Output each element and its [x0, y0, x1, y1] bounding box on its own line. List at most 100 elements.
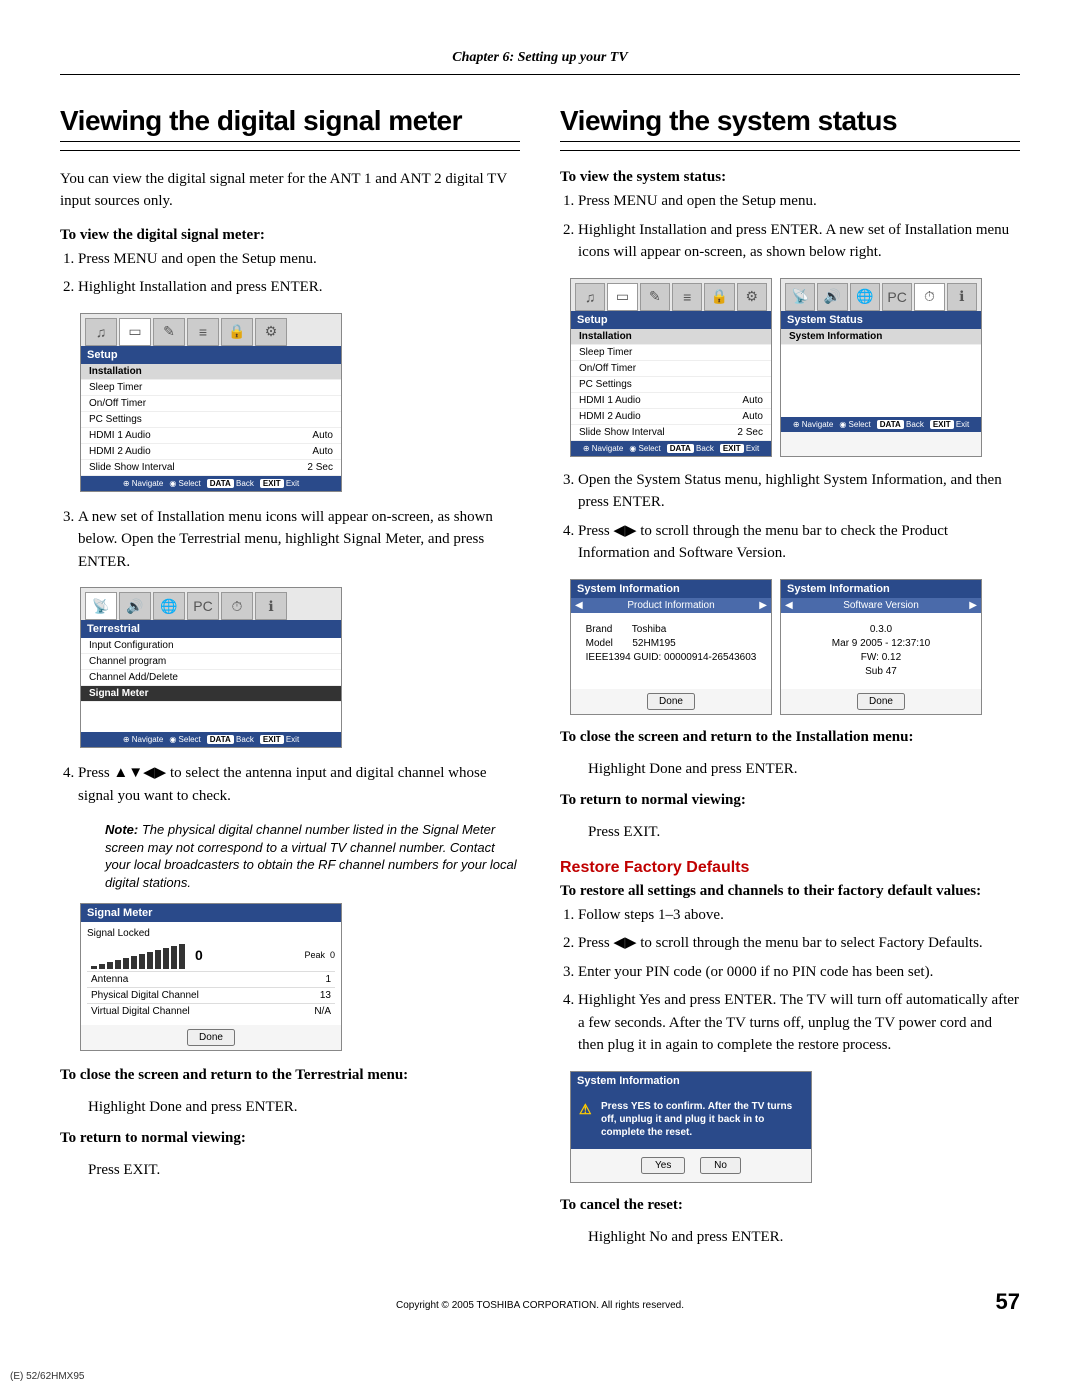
signal-value: 0 [195, 947, 203, 963]
tab-icon: ♫ [85, 318, 117, 346]
peak-label: Peak [304, 950, 325, 960]
done-button[interactable]: Done [857, 693, 905, 710]
sysinfo-figure: System Information ◀Product Information▶… [570, 579, 1020, 715]
menu-title: Setup [571, 311, 771, 329]
tab-icon: ⏱ [221, 592, 253, 620]
menu-row: Signal Meter [81, 686, 341, 702]
right-title: Viewing the system status [560, 105, 1020, 142]
note-label: Note: [105, 822, 138, 837]
sm-row: Virtual Digital ChannelN/A [87, 1003, 335, 1019]
tab-icon: PC [187, 592, 219, 620]
to-view-status-head: To view the system status: [560, 169, 1020, 186]
menu-row: System Information [781, 329, 981, 345]
arrow-icons: ▲▼◀▶ [113, 764, 166, 781]
left-step-1: Press MENU and open the Setup menu. [78, 248, 520, 271]
page-number: 57 [996, 1289, 1020, 1315]
tab-icon: 🔒 [704, 283, 734, 311]
signal-bars-icon [91, 943, 185, 969]
close-screen-head: To close the screen and return to the Te… [60, 1067, 520, 1084]
sysinfo-sub: ◀Product Information▶ [571, 598, 771, 613]
no-button[interactable]: No [700, 1157, 741, 1174]
return-viewing-head-r: To return to normal viewing: [560, 792, 1020, 809]
signal-locked: Signal Locked [87, 928, 335, 939]
tab-icon: ℹ [947, 283, 977, 311]
tab-icon: ⏱ [914, 283, 944, 311]
right-step-3: Open the System Status menu, highlight S… [578, 469, 1020, 514]
menu-title: Setup [81, 346, 341, 364]
close-install-head: To close the screen and return to the In… [560, 729, 1020, 746]
menu-footer: ⊕ Navigate ◉ Select DATA Back EXIT Exit [81, 476, 341, 491]
tab-icon: ▭ [607, 283, 637, 311]
tab-icon: ≡ [187, 318, 219, 346]
menu-row: On/Off Timer [571, 361, 771, 377]
warning-icon: ⚠ [579, 1100, 592, 1118]
return-viewing-body: Press EXIT. [88, 1162, 520, 1179]
left-intro: You can view the digital signal meter fo… [60, 169, 520, 213]
menu-row: Channel Add/Delete [81, 670, 341, 686]
menu-row: Slide Show Interval2 Sec [81, 460, 341, 476]
return-viewing-head: To return to normal viewing: [60, 1130, 520, 1147]
left-steps-2: A new set of Installation menu icons wil… [78, 506, 520, 574]
right-column: Viewing the system status To view the sy… [560, 105, 1020, 1260]
chapter-header: Chapter 6: Setting up your TV [60, 50, 1020, 66]
restore-step-3: Enter your PIN code (or 0000 if no PIN c… [578, 961, 1020, 984]
left-steps-1: Press MENU and open the Setup menu. High… [78, 248, 520, 299]
restore-defaults-head: Restore Factory Defaults [560, 859, 1020, 877]
menu-row: Installation [571, 329, 771, 345]
setup-menu-figure: ♫ ▭ ✎ ≡ 🔒 ⚙ Setup Installation Sleep Tim… [80, 313, 520, 492]
menu-row: On/Off Timer [81, 396, 341, 412]
menu-row: HDMI 1 AudioAuto [571, 393, 771, 409]
sm-row: Physical Digital Channel13 [87, 987, 335, 1003]
tab-icon: 🔊 [119, 592, 151, 620]
confirm-msg: Press YES to confirm. After the TV turns… [601, 1101, 792, 1138]
cancel-reset-body: Highlight No and press ENTER. [588, 1229, 1020, 1246]
tab-icon: ✎ [640, 283, 670, 311]
arrow-icons: ◀▶ [613, 522, 636, 539]
restore-step-1: Follow steps 1–3 above. [578, 904, 1020, 927]
done-button[interactable]: Done [187, 1029, 235, 1046]
tab-icon: ⚙ [255, 318, 287, 346]
menu-row: Installation [81, 364, 341, 380]
sysinfo-head: System Information [781, 580, 981, 598]
note-block: Note: The physical digital channel numbe… [105, 821, 520, 891]
right-step-2: Highlight Installation and press ENTER. … [578, 219, 1020, 264]
title-rule [560, 150, 1020, 151]
return-viewing-body-r: Press EXIT. [588, 824, 1020, 841]
menu-row: HDMI 2 AudioAuto [571, 409, 771, 425]
crop-mark: (E) 52/62HMX95 [0, 1371, 1080, 1382]
left-column: Viewing the digital signal meter You can… [60, 105, 520, 1260]
right-step-4: Press ◀▶ to scroll through the menu bar … [578, 520, 1020, 565]
tab-icon: ⚙ [737, 283, 767, 311]
menu-row: Sleep Timer [81, 380, 341, 396]
menu-row: Input Configuration [81, 638, 341, 654]
left-title: Viewing the digital signal meter [60, 105, 520, 142]
sm-title: Signal Meter [81, 904, 341, 922]
menu-row: PC Settings [571, 377, 771, 393]
tab-icon: 📡 [785, 283, 815, 311]
menu-row: HDMI 1 AudioAuto [81, 428, 341, 444]
terrestrial-menu-figure: 📡 🔊 🌐 PC ⏱ ℹ Terrestrial Input Configura… [80, 587, 520, 748]
close-install-body: Highlight Done and press ENTER. [588, 761, 1020, 778]
tab-icon: 🌐 [153, 592, 185, 620]
yes-button[interactable]: Yes [641, 1157, 685, 1174]
done-button[interactable]: Done [647, 693, 695, 710]
menu-title: Terrestrial [81, 620, 341, 638]
restore-step-2: Press ◀▶ to scroll through the menu bar … [578, 932, 1020, 955]
tab-icon: 🔊 [817, 283, 847, 311]
menu-footer: ⊕ Navigate ◉ Select DATA Back EXIT Exit [571, 441, 771, 456]
restore-step-4: Highlight Yes and press ENTER. The TV wi… [578, 989, 1020, 1057]
copyright: Copyright © 2005 TOSHIBA CORPORATION. Al… [396, 1300, 684, 1311]
signal-meter-figure: Signal Meter Signal Locked 0 P [80, 903, 342, 1051]
menu-row: Channel program [81, 654, 341, 670]
left-steps-3: Press ▲▼◀▶ to select the antenna input a… [78, 762, 520, 807]
menu-row: Slide Show Interval2 Sec [571, 425, 771, 441]
menu-row: Sleep Timer [571, 345, 771, 361]
to-view-signal-head: To view the digital signal meter: [60, 227, 520, 244]
sysinfo-head: System Information [571, 580, 771, 598]
tab-icon: ✎ [153, 318, 185, 346]
right-steps-2: Open the System Status menu, highlight S… [578, 469, 1020, 565]
tab-icon: PC [882, 283, 912, 311]
menu-footer: ⊕ Navigate ◉ Select DATA Back EXIT Exit [81, 732, 341, 747]
menu-footer: ⊕ Navigate ◉ Select DATA Back EXIT Exit [781, 417, 981, 432]
arrow-icons: ◀▶ [613, 934, 636, 951]
